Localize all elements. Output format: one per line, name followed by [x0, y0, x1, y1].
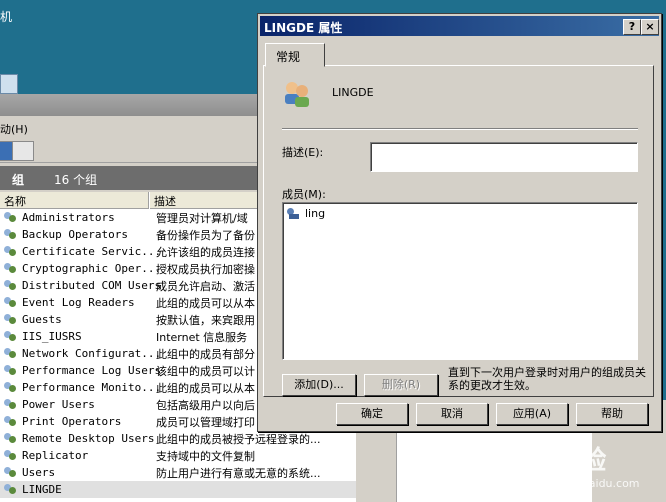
help-caption-button[interactable]: ? [623, 19, 641, 35]
group-icon [4, 348, 17, 359]
group-name-cell: Performance Monito... [22, 381, 162, 394]
group-name-cell: Distributed COM Users [22, 279, 162, 292]
group-description-cell: 支持域中的文件复制 [156, 450, 255, 463]
group-name-cell: Network Configurat... [22, 347, 162, 360]
baidu-watermark: Bai经验 jingyan.baidu.com [508, 446, 640, 490]
apply-button[interactable]: 应用(A) [496, 403, 568, 425]
group-name-cell: Guests [22, 313, 62, 326]
change-notice: 直到下一次用户登录时对用户的组成员关系的更改才生效。 [448, 366, 646, 392]
menu-item-help[interactable]: 动(H) [0, 121, 28, 137]
group-icon [4, 314, 17, 325]
group-name-cell: Power Users [22, 398, 95, 411]
ok-button[interactable]: 确定 [336, 403, 408, 425]
table-row[interactable]: Users 防止用户进行有意或无意的系统... [0, 464, 356, 481]
desktop-computer-icon[interactable] [0, 74, 18, 94]
group-icon [4, 399, 17, 410]
description-field[interactable] [370, 142, 638, 172]
group-icon [4, 416, 17, 427]
group-name-cell: Remote Desktop Users [22, 432, 155, 445]
group-icon [4, 331, 17, 342]
group-icon [4, 297, 17, 308]
members-label: 成员(M): [282, 188, 326, 201]
toolbar-properties-icon[interactable] [12, 141, 34, 161]
group-icon [4, 433, 17, 444]
group-name-cell: Certificate Servic... [22, 245, 162, 258]
group-icon [4, 212, 17, 223]
group-icon [4, 382, 17, 393]
group-name-cell: IIS_IUSRS [22, 330, 82, 343]
add-button[interactable]: 添加(D)... [282, 374, 356, 396]
desktop-icon-label[interactable]: 机 [0, 8, 12, 25]
user-icon [287, 207, 301, 220]
group-icon [4, 246, 17, 257]
help-button[interactable]: 帮助 [576, 403, 648, 425]
group-icon [4, 484, 17, 495]
group-name-cell: LINGDE [22, 483, 62, 496]
members-list[interactable]: ling [282, 202, 638, 360]
group-icon [4, 365, 17, 376]
group-description-cell: 防止用户进行有意或无意的系统... [156, 467, 321, 480]
table-row[interactable]: LINGDE [0, 481, 356, 498]
column-header-name[interactable]: 名称 [0, 192, 149, 209]
separator [282, 128, 638, 130]
group-name-cell: Administrators [22, 211, 115, 224]
description-label: 描述(E): [282, 146, 324, 159]
group-name-cell: Cryptographic Oper... [22, 262, 162, 275]
dialog-titlebar[interactable]: LINGDE 属性 ? × [260, 16, 659, 36]
group-icon [4, 263, 17, 274]
group-name-cell: Backup Operators [22, 228, 128, 241]
group-name-cell: Event Log Readers [22, 296, 135, 309]
group-name: LINGDE [332, 86, 374, 99]
group-icon [4, 229, 17, 240]
group-name-cell: Replicator [22, 449, 89, 462]
group-name-cell: Print Operators [22, 415, 122, 428]
close-icon[interactable]: × [641, 19, 659, 35]
cancel-button[interactable]: 取消 [416, 403, 488, 425]
tab-general[interactable]: 常规 [265, 43, 325, 67]
group-description-cell: 此组中的成员被授予远程登录的... [156, 433, 321, 446]
remove-button[interactable]: 删除(R) [364, 374, 438, 396]
table-row[interactable]: Replicator 支持域中的文件复制 [0, 447, 356, 464]
group-properties-dialog: LINGDE 属性 ? × 常规 LINGDE 描述(E): 成员(M): li… [257, 13, 662, 432]
general-tab-panel: LINGDE 描述(E): 成员(M): ling 添加(D)... 删除(R)… [263, 65, 654, 397]
group-name-cell: Users [22, 466, 56, 479]
group-icon [4, 450, 17, 461]
group-name-cell: Performance Log Users [22, 364, 162, 377]
table-row[interactable]: Remote Desktop Users 此组中的成员被授予远程登录的... [0, 430, 356, 447]
groups-count: 16 个组 [54, 173, 98, 187]
group-icon [4, 467, 17, 478]
group-icon [285, 82, 309, 107]
groups-title: 组 [12, 173, 25, 187]
member-name: ling [305, 207, 326, 220]
dialog-title: LINGDE 属性 [264, 21, 343, 35]
group-icon [4, 280, 17, 291]
